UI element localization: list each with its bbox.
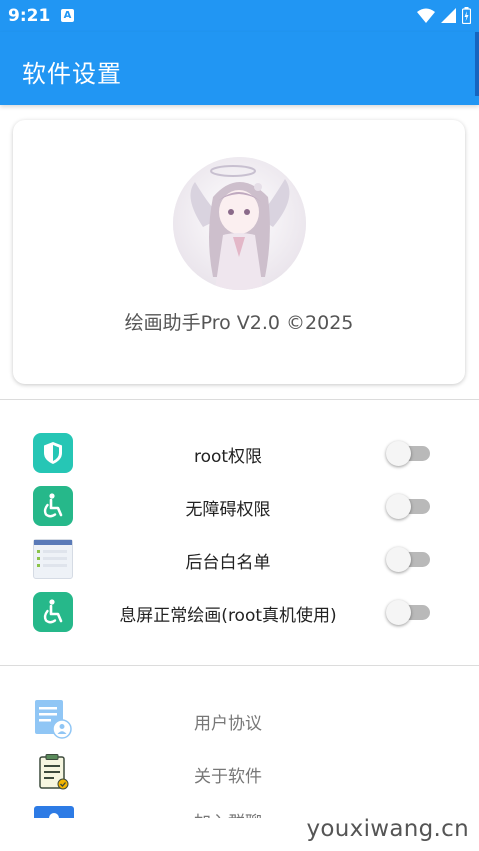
perm-row-whitelist[interactable]: 后台白名单 bbox=[0, 539, 479, 579]
divider bbox=[0, 399, 479, 400]
avatar-illustration bbox=[173, 157, 306, 290]
accessibility-icon bbox=[33, 486, 73, 526]
perm-label: root权限 bbox=[193, 447, 263, 467]
root-permission-toggle[interactable] bbox=[386, 441, 432, 466]
divider bbox=[0, 665, 479, 666]
perm-label: 无障碍权限 bbox=[185, 500, 271, 520]
join-group-icon bbox=[34, 806, 74, 818]
status-time: 9:21 bbox=[8, 6, 51, 26]
notification-badge-icon: A bbox=[61, 9, 74, 22]
scroll-edge bbox=[475, 32, 479, 96]
profile-card: 绘画助手Pro V2.0 ©2025 bbox=[13, 120, 465, 384]
signal-icon bbox=[441, 8, 456, 23]
accessibility-icon bbox=[33, 592, 73, 632]
app-bar: 软件设置 bbox=[0, 32, 479, 105]
accessibility-permission-toggle[interactable] bbox=[386, 494, 432, 519]
background-whitelist-toggle[interactable] bbox=[386, 547, 432, 572]
avatar bbox=[173, 157, 306, 290]
status-bar: 9:21 A bbox=[0, 0, 479, 32]
about-clipboard-icon bbox=[34, 753, 72, 793]
perm-label: 后台白名单 bbox=[185, 553, 271, 573]
user-agreement-item[interactable]: 用户协议 bbox=[0, 700, 479, 740]
app-list-icon bbox=[33, 539, 73, 579]
wifi-icon bbox=[417, 8, 435, 23]
watermark: youxiwang.cn bbox=[306, 816, 469, 842]
app-name-version: 绘画助手Pro V2.0 ©2025 bbox=[124, 312, 354, 334]
battery-icon bbox=[462, 7, 471, 24]
page-title: 软件设置 bbox=[22, 60, 122, 88]
perm-row-root[interactable]: root权限 bbox=[0, 433, 479, 473]
perm-row-accessibility[interactable]: 无障碍权限 bbox=[0, 486, 479, 526]
about-software-item[interactable]: 关于软件 bbox=[0, 753, 479, 793]
user-agreement-icon bbox=[34, 700, 72, 740]
perm-label: 息屏正常绘画(root真机使用) bbox=[119, 606, 337, 626]
status-icons bbox=[417, 7, 471, 24]
link-label: 关于软件 bbox=[194, 767, 262, 787]
perm-row-screen-off[interactable]: 息屏正常绘画(root真机使用) bbox=[0, 592, 479, 632]
shield-icon bbox=[33, 433, 73, 473]
screen-off-drawing-toggle[interactable] bbox=[386, 600, 432, 625]
link-label: 用户协议 bbox=[194, 714, 262, 734]
